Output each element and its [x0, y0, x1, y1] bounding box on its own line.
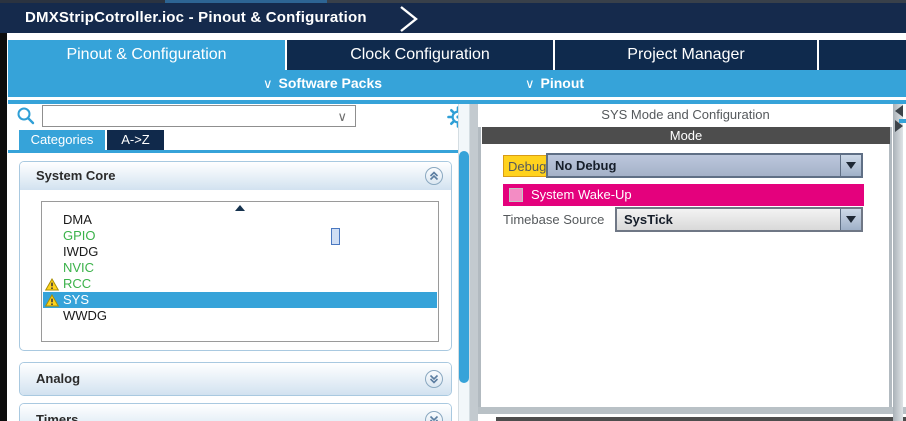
dropdown-arrow-button[interactable]	[840, 209, 861, 230]
expand-down-icon[interactable]	[425, 411, 443, 421]
window-left-edge	[0, 33, 7, 421]
debug-dropdown[interactable]: No Debug	[546, 153, 863, 178]
panel-splitter[interactable]	[470, 104, 478, 421]
list-item-label: RCC	[63, 276, 91, 291]
pinout-label: Pinout	[541, 75, 585, 91]
main-tab-bar: Pinout & Configuration Clock Configurati…	[8, 40, 906, 70]
search-input[interactable]	[45, 107, 325, 125]
list-item-gpio[interactable]: GPIO	[43, 228, 437, 244]
peripheral-list: DMA GPIO IWDG NVIC RCC	[41, 201, 439, 342]
list-item-wwdg[interactable]: WWDG	[43, 308, 437, 324]
software-packs-label: Software Packs	[279, 75, 383, 91]
page-title: DMXStripCotroller.ioc - Pinout & Configu…	[25, 3, 367, 33]
tab-bar-filler	[819, 40, 906, 70]
mode-config-title: SYS Mode and Configuration	[478, 106, 893, 124]
section-title: Analog	[36, 371, 80, 386]
mode-panel-border	[889, 127, 892, 414]
tab-categories[interactable]: Categories	[19, 130, 105, 150]
caret-down-icon	[846, 216, 856, 223]
right-splitter-bar[interactable]	[893, 104, 903, 421]
chevron-down-icon: ∨	[525, 76, 535, 91]
collapse-left-icon[interactable]	[895, 105, 903, 117]
section-header-system-core[interactable]: System Core	[20, 162, 451, 190]
list-item-dma[interactable]: DMA	[43, 212, 437, 228]
section-timers: Timers	[19, 403, 452, 421]
expand-down-icon[interactable]	[425, 370, 443, 388]
list-scroll-artifact	[331, 228, 340, 245]
system-wakeup-label: System Wake-Up	[531, 184, 632, 206]
mode-panel-bottom-splitter[interactable]	[478, 407, 906, 414]
timebase-field-label: Timebase Source	[503, 211, 604, 229]
breadcrumb-bar: DMXStripCotroller.ioc - Pinout & Configu…	[0, 3, 906, 33]
mode-section-header: Mode	[482, 127, 890, 144]
dropdown-arrow-button[interactable]	[840, 155, 861, 176]
section-system-core: System Core DMA GPIO IWDG NVIC	[19, 161, 452, 351]
list-item-sys[interactable]: SYS	[43, 292, 437, 308]
list-item-rcc[interactable]: RCC	[43, 276, 437, 292]
tab-a-to-z[interactable]: A->Z	[107, 130, 164, 150]
section-title: System Core	[36, 168, 115, 183]
pinout-toggle[interactable]: ∨ Pinout	[525, 70, 584, 97]
breadcrumb-arrow-icon	[398, 6, 420, 32]
section-header-timers[interactable]: Timers	[20, 404, 451, 421]
sub-nav-bar: ∨ Software Packs ∨ Pinout	[8, 70, 906, 97]
search-combobox[interactable]: ∨	[42, 105, 356, 127]
caret-down-icon	[846, 162, 856, 169]
splitter-accent-dash	[899, 119, 906, 123]
system-wakeup-checkbox[interactable]	[509, 188, 523, 202]
configuration-section-header-sliver	[496, 417, 906, 421]
software-packs-toggle[interactable]: ∨ Software Packs	[263, 70, 382, 97]
tab-project-manager[interactable]: Project Manager	[555, 40, 817, 70]
list-item-label: SYS	[63, 292, 89, 307]
system-wakeup-row[interactable]: System Wake-Up	[503, 184, 864, 206]
timebase-dropdown[interactable]: SysTick	[615, 207, 863, 232]
mode-panel-border	[478, 127, 481, 414]
view-tab-underline	[8, 150, 470, 153]
collapse-up-icon[interactable]	[425, 167, 443, 185]
debug-field-label: Debug	[503, 155, 551, 177]
section-header-analog[interactable]: Analog	[20, 363, 451, 395]
list-item-iwdg[interactable]: IWDG	[43, 244, 437, 260]
section-analog: Analog	[19, 362, 452, 396]
stm32cubemx-window: DMXStripCotroller.ioc - Pinout & Configu…	[0, 0, 906, 421]
content-divider-line	[8, 100, 906, 104]
tab-pinout-configuration[interactable]: Pinout & Configuration	[8, 40, 285, 70]
list-item-nvic[interactable]: NVIC	[43, 260, 437, 276]
scroll-up-icon[interactable]	[235, 205, 245, 211]
search-icon	[16, 106, 36, 126]
left-panel-scrollbar-thumb[interactable]	[459, 151, 469, 383]
timebase-dropdown-value: SysTick	[624, 209, 673, 230]
debug-dropdown-value: No Debug	[555, 155, 616, 176]
search-dropdown-chevron-icon[interactable]: ∨	[337, 107, 347, 127]
section-title: Timers	[36, 412, 78, 421]
chevron-down-icon: ∨	[263, 76, 273, 91]
tab-clock-configuration[interactable]: Clock Configuration	[287, 40, 553, 70]
